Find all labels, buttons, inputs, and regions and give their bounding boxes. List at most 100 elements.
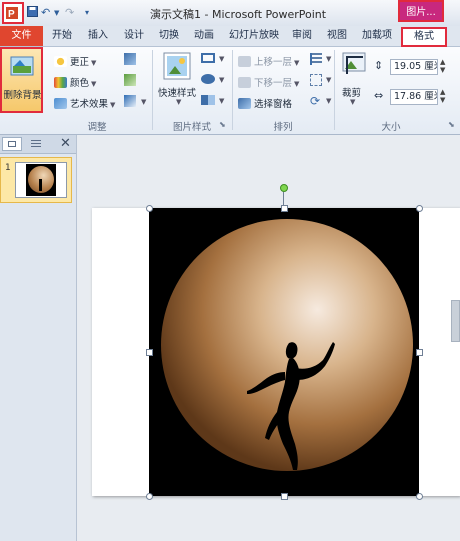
close-icon[interactable]: ✕ <box>60 136 71 151</box>
slide-thumbnail-item[interactable]: 1 <box>0 157 72 203</box>
adjust-group-label: 调整 <box>87 122 107 133</box>
crop-label: 裁剪 <box>342 88 362 99</box>
height-icon: ⇕ <box>374 59 384 72</box>
resize-handle-top[interactable] <box>281 205 288 212</box>
dropdown-icon: ▼ <box>219 55 225 63</box>
tab-file[interactable]: 文件 <box>0 26 43 46</box>
align-icon[interactable] <box>310 53 322 65</box>
powerpoint-icon[interactable]: P <box>2 2 24 24</box>
redo-icon[interactable]: ↷ <box>65 6 74 19</box>
vertical-scrollbar-thumb[interactable] <box>451 300 460 342</box>
palette-icon <box>54 77 67 88</box>
group-icon[interactable] <box>310 74 322 86</box>
height-spinner-icon[interactable]: ▲ ▼ <box>440 58 445 74</box>
resize-handle-bottom-left[interactable] <box>146 493 153 500</box>
width-field[interactable]: 17.86 厘米 <box>390 89 438 105</box>
ribbon-tab-row: 文件 开始 插入 设计 切换 动画 幻灯片放映 审阅 视图 加载项 格式 <box>0 26 460 47</box>
tab-review[interactable]: 审阅 <box>292 26 312 46</box>
arrange-group-label: 排列 <box>273 122 293 133</box>
selection-pane-label: 选择窗格 <box>254 99 293 110</box>
group-divider <box>334 50 335 130</box>
change-picture-icon[interactable] <box>124 74 136 86</box>
rotate-icon[interactable]: ⟳ <box>310 95 320 107</box>
color-label: 颜色 <box>70 78 90 89</box>
resize-handle-top-left[interactable] <box>146 205 153 212</box>
tab-format[interactable]: 格式 <box>401 27 447 47</box>
send-backward-button[interactable]: 下移一层 ▼ <box>238 75 299 89</box>
selection-pane-icon <box>238 98 251 109</box>
rotation-handle-stem <box>283 192 284 206</box>
crop-button[interactable]: 裁剪 ▼ <box>338 50 370 110</box>
slides-icon <box>8 141 16 147</box>
remove-background-label: 删除背景 <box>3 90 42 101</box>
artistic-effects-button[interactable]: 艺术效果 ▼ <box>54 96 115 110</box>
undo-dropdown-icon[interactable]: ▼ <box>54 9 59 17</box>
quick-styles-button[interactable]: 快速样式 ▼ <box>158 50 196 110</box>
corrections-button[interactable]: 更正 ▼ <box>54 54 96 68</box>
height-field[interactable]: 19.05 厘米 <box>390 59 438 75</box>
panel-tabs: ✕ <box>0 135 76 154</box>
slide-thumbnail <box>15 162 67 198</box>
resize-handle-top-right[interactable] <box>416 205 423 212</box>
quick-styles-icon <box>163 52 191 80</box>
tab-addins[interactable]: 加载项 <box>362 26 392 46</box>
color-button[interactable]: 颜色 ▼ <box>54 75 96 89</box>
reset-picture-icon[interactable] <box>124 95 136 107</box>
picture-border-icon[interactable] <box>201 53 215 63</box>
tab-transitions[interactable]: 切换 <box>159 26 179 46</box>
dialog-launcher-icon[interactable]: ⬊ <box>448 120 455 129</box>
dropdown-icon: ▼ <box>350 98 356 106</box>
tab-insert[interactable]: 插入 <box>88 26 108 46</box>
title-bar: P ↶ ▼ ↷ ▾ 演示文稿1 - Microsoft PowerPoint 图… <box>0 0 460 26</box>
resize-handle-right[interactable] <box>416 349 423 356</box>
picture-tools-contextual-tab[interactable]: 图片... <box>398 0 444 22</box>
slides-panel: ✕ 1 <box>0 135 77 541</box>
crop-icon <box>342 52 366 74</box>
resize-handle-bottom-right[interactable] <box>416 493 423 500</box>
dropdown-icon: ▼ <box>219 76 225 84</box>
compress-pictures-icon[interactable] <box>124 53 136 65</box>
dropdown-icon: ▼ <box>91 80 97 88</box>
send-backward-icon <box>238 77 251 88</box>
bring-forward-icon <box>238 56 251 67</box>
moon-dancer-image <box>149 208 419 496</box>
size-group-label: 大小 <box>381 122 401 133</box>
dropdown-icon: ▼ <box>219 97 225 105</box>
dropdown-icon: ▼ <box>141 98 147 106</box>
width-icon: ⇔ <box>374 89 384 102</box>
slides-tab[interactable] <box>2 137 22 151</box>
tab-slideshow[interactable]: 幻灯片放映 <box>229 26 279 46</box>
picture-effects-icon[interactable] <box>201 74 215 84</box>
bring-forward-button[interactable]: 上移一层 ▼ <box>238 54 299 68</box>
selection-pane-button[interactable]: 选择窗格 <box>238 96 292 110</box>
tab-home[interactable]: 开始 <box>52 26 72 46</box>
send-backward-label: 下移一层 <box>254 78 293 89</box>
ribbon: 删除背景 更正 ▼ 颜色 ▼ 艺术效果 ▼ ▼ 调整 快速样式 ▼ ▼ ▼ ▼ 图片样… <box>0 47 460 135</box>
thumbnail-photo <box>26 164 56 196</box>
dropdown-icon: ▼ <box>326 76 332 84</box>
artistic-effects-label: 艺术效果 <box>70 99 109 110</box>
width-spinner-icon[interactable]: ▲ ▼ <box>440 88 445 104</box>
resize-handle-bottom[interactable] <box>281 493 288 500</box>
tab-view[interactable]: 视图 <box>327 26 347 46</box>
quick-styles-label: 快速样式 <box>158 88 197 99</box>
remove-background-icon <box>10 56 34 76</box>
undo-icon[interactable]: ↶ <box>41 6 50 19</box>
corrections-label: 更正 <box>70 57 90 68</box>
selected-picture[interactable] <box>149 208 419 496</box>
sun-icon <box>54 56 67 67</box>
bring-forward-label: 上移一层 <box>254 57 293 68</box>
picture-layout-icon[interactable] <box>201 95 215 105</box>
dialog-launcher-icon[interactable]: ⬊ <box>219 120 226 129</box>
resize-handle-left[interactable] <box>146 349 153 356</box>
outline-tab[interactable] <box>26 137 46 151</box>
dropdown-icon: ▼ <box>326 97 332 105</box>
rotation-handle[interactable] <box>280 184 288 192</box>
remove-background-button[interactable]: 删除背景 <box>0 47 43 113</box>
tab-design[interactable]: 设计 <box>124 26 144 46</box>
customize-icon[interactable]: ▾ <box>85 8 89 17</box>
tab-animations[interactable]: 动画 <box>194 26 214 46</box>
save-icon[interactable] <box>27 6 38 20</box>
dropdown-icon: ▼ <box>294 80 300 88</box>
outline-icon <box>31 140 41 148</box>
